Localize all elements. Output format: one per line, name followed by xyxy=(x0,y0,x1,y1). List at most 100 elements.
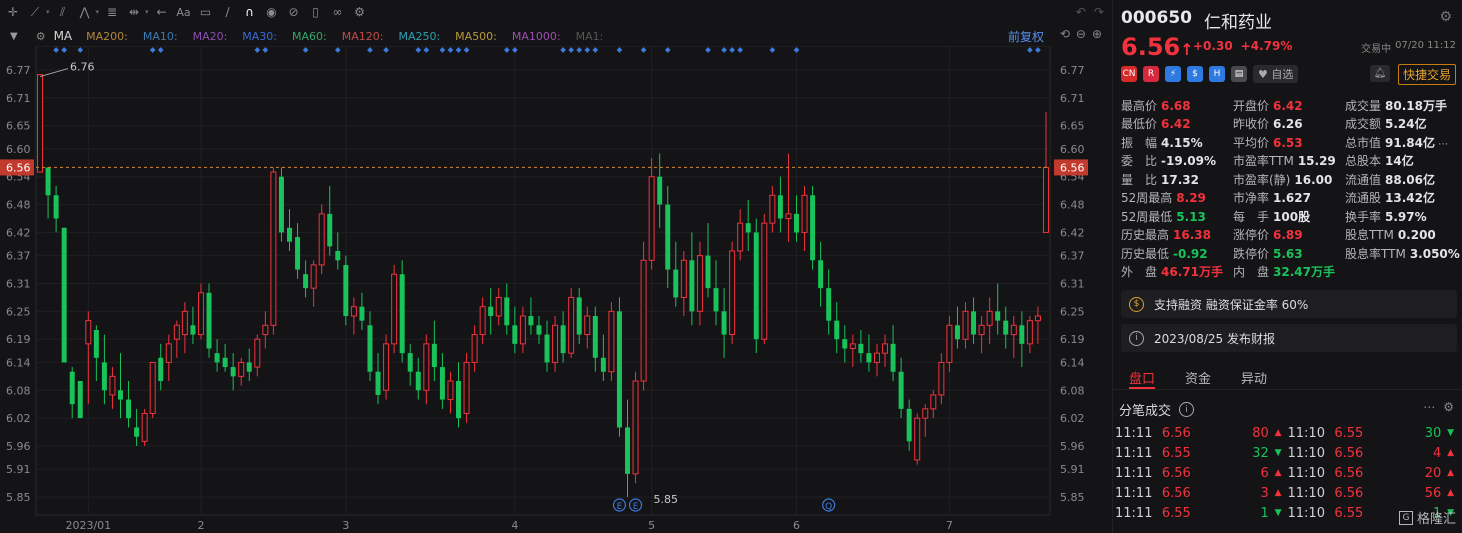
stat-cell: 外 盘 46.71万手 xyxy=(1121,263,1233,280)
ma-item: MA30: xyxy=(242,29,278,43)
hk-icon[interactable]: H xyxy=(1209,66,1225,82)
note-tool-icon[interactable]: ▭ xyxy=(195,1,217,23)
down-triangle-icon: ▼ xyxy=(1274,448,1282,458)
candle-body xyxy=(978,324,985,336)
drawing-toolbar: ✛ ⟋ ▾ ⫽ ⋀ ▾ ≣ ⇹ ▾ ← Aa ▭ ∕ ∩ ◉ ⊘ ▯ ∞ ⚙ xyxy=(0,0,1110,24)
tab-1[interactable]: 资金 xyxy=(1185,368,1211,389)
dropdown-caret-icon[interactable]: ▾ xyxy=(96,8,100,16)
link-icon[interactable]: ∞ xyxy=(327,1,349,23)
stat-key: 市净率 xyxy=(1233,191,1270,206)
event-dot-marker xyxy=(463,47,470,53)
doc-icon[interactable]: ▤ xyxy=(1231,66,1247,82)
candlestick-chart[interactable]: 6.77 6.776.71 6.716.65 6.656.60 6.606.54 6.54… xyxy=(0,46,1110,533)
candle-body xyxy=(197,292,204,336)
event-dot-marker xyxy=(503,47,510,53)
zoom-in-icon[interactable]: ⊕ xyxy=(1092,27,1102,41)
brush-tool-icon[interactable]: ∕ xyxy=(217,1,239,23)
tab-2[interactable]: 异动 xyxy=(1241,368,1267,389)
heart-icon: ♥ xyxy=(1258,68,1268,81)
stat-cell: 平均价 6.53 xyxy=(1233,134,1345,151)
arrow-tool-icon[interactable]: ← xyxy=(151,1,173,23)
y-tick-label-left: 6.60 xyxy=(6,143,31,156)
reset-icon[interactable]: ⟲ xyxy=(1060,27,1070,41)
y-tick-label-right: 6.19 xyxy=(1060,333,1085,346)
y-tick-label-left: 6.65 xyxy=(6,120,31,133)
dollar-icon[interactable]: $ xyxy=(1187,66,1203,82)
gear-icon[interactable]: ⚙ xyxy=(1443,400,1454,414)
candle-body xyxy=(536,325,542,335)
more-icon[interactable]: ⋯ xyxy=(1423,400,1435,414)
adjust-price-button[interactable]: 前复权 xyxy=(1008,28,1044,45)
stat-value: -19.09% xyxy=(1161,154,1216,169)
margin-notice[interactable]: $ 支持融资 融资保证金率 60% xyxy=(1121,290,1457,318)
settings-icon[interactable]: ⚙ xyxy=(349,1,371,23)
candle-body xyxy=(463,361,470,414)
stat-cell: 委 比 -19.09% xyxy=(1121,152,1233,169)
trash-icon[interactable]: ▯ xyxy=(305,1,327,23)
hide-icon[interactable]: ⊘ xyxy=(283,1,305,23)
candle-body xyxy=(914,417,921,461)
range-tool-icon[interactable]: ⇹ xyxy=(123,1,145,23)
collapse-icon[interactable]: ▼ xyxy=(10,31,18,42)
info-icon[interactable]: i xyxy=(1179,402,1195,417)
candle-body xyxy=(890,343,896,372)
stat-key: 成交额 xyxy=(1345,117,1382,132)
up-triangle-icon: ▲ xyxy=(1274,468,1282,478)
fib-tool-icon[interactable]: ≣ xyxy=(101,1,123,23)
y-tick-label-right: 6.42 xyxy=(1060,226,1085,239)
indicator-settings-icon[interactable]: ⚙ xyxy=(36,30,46,43)
more-icon[interactable]: ⋯ xyxy=(1435,139,1448,150)
text-tool-icon[interactable]: Aa xyxy=(173,1,195,23)
eye-icon[interactable]: ◉ xyxy=(261,1,283,23)
candle-body xyxy=(785,213,792,220)
zoom-out-icon[interactable]: ⊖ xyxy=(1076,27,1086,41)
line-tool-icon[interactable]: ⟋ xyxy=(24,1,46,23)
tab-0[interactable]: 盘口 xyxy=(1129,368,1156,389)
indicator-name[interactable]: MA xyxy=(54,29,73,43)
lightning-icon[interactable]: ⚡ xyxy=(1165,66,1181,82)
magnet-icon[interactable]: ∩ xyxy=(239,1,261,23)
stat-value: 4.15% xyxy=(1161,135,1203,150)
trade-price: 6.56 xyxy=(1161,465,1191,481)
stat-value: 32.47万手 xyxy=(1273,265,1335,280)
candle-body xyxy=(190,325,196,335)
trade-price: 6.55 xyxy=(1161,445,1191,461)
candle-body xyxy=(230,367,236,377)
undo-icon[interactable]: ↶ xyxy=(1076,5,1086,19)
quick-trade-button[interactable]: 快捷交易 xyxy=(1397,64,1456,85)
candle-body xyxy=(37,74,44,173)
ma-items: MA200: MA10: MA20: MA30: MA60: MA120: MA250: MA… xyxy=(86,30,618,43)
chart-pane: ✛ ⟋ ▾ ⫽ ⋀ ▾ ≣ ⇹ ▾ ← Aa ▭ ∕ ∩ ◉ ⊘ ▯ ∞ ⚙ ↶ ↷ ▼ ⚙ MA MA200: MA… xyxy=(0,0,1110,533)
max-price-label: 6.76 xyxy=(70,61,95,74)
candle-body xyxy=(471,334,478,363)
trade-price: 6.56 xyxy=(1334,485,1364,501)
coin-icon: $ xyxy=(1129,296,1144,312)
watchlist-button[interactable]: ♥ 自选 xyxy=(1253,65,1299,83)
china-flag-icon[interactable]: CN xyxy=(1121,66,1137,82)
stat-value: 8.29 xyxy=(1176,191,1206,206)
earnings-notice[interactable]: i 2023/08/25 发布财报 xyxy=(1121,324,1457,352)
min-price-label: 5.85 xyxy=(654,493,679,506)
dropdown-caret-icon[interactable]: ▾ xyxy=(46,8,50,16)
x-tick-label: 5 xyxy=(648,519,655,532)
candle-body xyxy=(93,329,99,358)
stat-value: 13.42亿 xyxy=(1385,191,1435,206)
x-tick-label: 7 xyxy=(946,519,953,532)
stock-code: 000650 xyxy=(1121,8,1192,28)
channel-tool-icon[interactable]: ⫽ xyxy=(52,1,74,23)
redo-icon[interactable]: ↷ xyxy=(1094,5,1104,19)
trade-time: 11:11 xyxy=(1115,465,1153,481)
candle-body xyxy=(696,255,703,312)
pattern-tool-icon[interactable]: ⋀ xyxy=(74,1,96,23)
bell-icon[interactable]: 🔔︎ xyxy=(1370,65,1390,82)
crosshair-icon[interactable]: ✛ xyxy=(2,1,24,23)
settings-icon[interactable]: ⚙ xyxy=(1439,9,1452,25)
candle-body xyxy=(158,357,164,381)
stat-cell: 市净率 1.627 xyxy=(1233,189,1345,206)
dropdown-caret-icon[interactable]: ▾ xyxy=(145,8,149,16)
stat-key: 委 比 xyxy=(1121,154,1158,169)
ma-item: MA500: xyxy=(455,29,497,43)
rzrq-icon[interactable]: R xyxy=(1143,66,1159,82)
up-arrow-icon: ↑ xyxy=(1180,40,1194,59)
candle-body xyxy=(600,357,606,372)
